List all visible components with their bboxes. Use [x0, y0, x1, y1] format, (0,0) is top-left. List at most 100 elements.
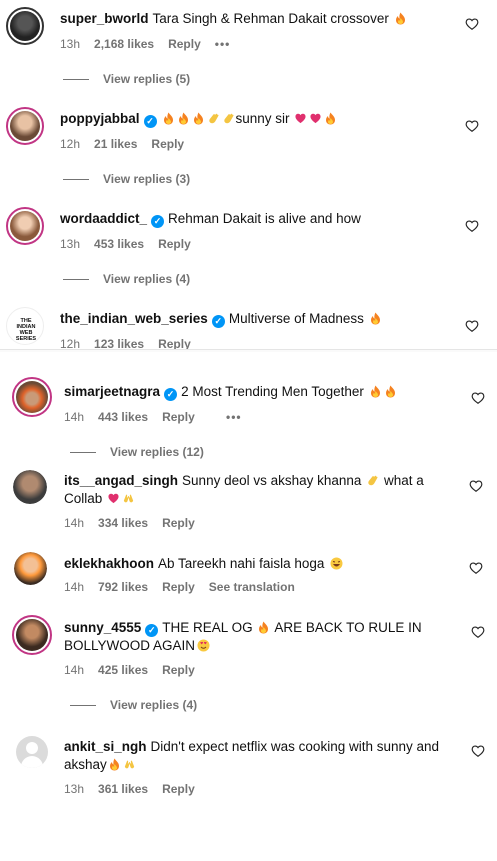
raised-hands-emoji-icon — [124, 758, 135, 771]
comment-body: THE REAL OG — [162, 620, 253, 635]
fire-emoji-icon — [395, 12, 406, 25]
avatar[interactable] — [12, 377, 52, 417]
like-count[interactable]: 21 likes — [94, 137, 137, 151]
reply-button[interactable]: Reply — [158, 237, 191, 251]
replies-line — [63, 279, 89, 281]
replies-line — [63, 179, 89, 181]
reply-button[interactable]: Reply — [162, 410, 195, 424]
like-count[interactable]: 361 likes — [98, 782, 148, 796]
avatar[interactable] — [14, 552, 47, 585]
username[interactable]: ankit_si_ngh — [64, 739, 147, 754]
view-replies-label: View replies (5) — [103, 72, 191, 86]
verified-badge-icon: ✓ — [211, 315, 225, 328]
fire-emoji-icon — [163, 112, 174, 125]
username[interactable]: sunny_4555 — [64, 620, 141, 635]
username[interactable]: the_indian_web_series — [60, 311, 208, 326]
avatar[interactable] — [13, 470, 47, 504]
fire-emoji-icon — [370, 312, 381, 325]
clap-emoji-icon — [367, 474, 378, 487]
heart-emoji-icon — [108, 492, 119, 505]
avatar[interactable] — [6, 7, 44, 45]
fire-emoji-icon — [193, 112, 204, 125]
avatar[interactable] — [6, 207, 44, 245]
reply-button[interactable]: Reply — [151, 137, 184, 151]
username[interactable]: super_bworld — [60, 11, 149, 26]
like-count[interactable]: 2,168 likes — [94, 37, 154, 51]
comment-text: poppyjabbal ✓ sunny sir — [60, 110, 460, 128]
reply-button[interactable]: Reply — [162, 782, 195, 796]
comment-text: its__angad_singh Sunny deol vs akshay kha… — [64, 472, 444, 508]
username[interactable]: simarjeetnagra — [64, 384, 160, 399]
verified-badge-icon: ✓ — [143, 115, 157, 128]
timestamp: 14h — [64, 516, 85, 530]
comment-body: Multiverse of Madness — [228, 311, 364, 326]
timestamp: 13h — [64, 782, 85, 796]
reply-button[interactable]: Reply — [168, 37, 201, 51]
comment-text: wordaaddict_ ✓ Rehman Dakait is alive and … — [60, 210, 460, 228]
like-heart-icon[interactable] — [465, 17, 479, 31]
like-count[interactable]: 425 likes — [98, 663, 148, 677]
view-replies-button[interactable]: View replies (3) — [63, 172, 190, 186]
username[interactable]: its__angad_singh — [64, 473, 178, 488]
comment-meta: 14h 792 likes Reply See translation — [64, 580, 309, 594]
like-heart-icon[interactable] — [471, 744, 485, 758]
section-gap — [0, 350, 497, 352]
comment-body: Sunny deol vs akshay khanna — [182, 473, 362, 488]
fire-emoji-icon — [178, 112, 189, 125]
like-heart-icon[interactable] — [469, 479, 483, 493]
view-replies-button[interactable]: View replies (12) — [70, 445, 204, 459]
timestamp: 14h — [64, 663, 85, 677]
fire-emoji-icon — [370, 385, 381, 398]
like-count[interactable]: 792 likes — [98, 580, 148, 594]
view-replies-label: View replies (12) — [110, 445, 204, 459]
avatar-logo-text: THE INDIAN WEB SERIES — [15, 318, 37, 342]
view-replies-label: View replies (4) — [103, 272, 191, 286]
timestamp: 14h — [64, 580, 85, 594]
fire-emoji-icon — [385, 385, 396, 398]
comment-meta: 13h 2,168 likes Reply ••• — [60, 37, 244, 51]
username[interactable]: poppyjabbal — [60, 111, 140, 126]
like-count[interactable]: 453 likes — [94, 237, 144, 251]
timestamp: 12h — [60, 137, 81, 151]
view-replies-button[interactable]: View replies (4) — [63, 272, 190, 286]
comment-meta: 13h 453 likes Reply — [60, 237, 205, 251]
avatar[interactable] — [6, 107, 44, 145]
like-heart-icon[interactable] — [465, 119, 479, 133]
fire-emoji-icon — [258, 621, 269, 634]
reply-button[interactable]: Reply — [162, 663, 195, 677]
reply-button[interactable]: Reply — [162, 516, 195, 530]
like-heart-icon[interactable] — [465, 219, 479, 233]
username[interactable]: wordaaddict_ — [60, 211, 147, 226]
avatar[interactable]: THE INDIAN WEB SERIES — [6, 307, 44, 345]
view-replies-button[interactable]: View replies (4) — [70, 698, 197, 712]
comment-text: super_bworld Tara Singh & Rehman Dakait c… — [60, 10, 460, 28]
avatar[interactable] — [12, 615, 52, 655]
verified-badge-icon: ✓ — [151, 215, 165, 228]
like-heart-icon[interactable] — [469, 561, 483, 575]
comment-meta: 12h 21 likes Reply — [60, 137, 198, 151]
like-count[interactable]: 443 likes — [98, 410, 148, 424]
comment-body: Rehman Dakait is alive and how — [168, 211, 361, 226]
comment-body: Ab Tareekh nahi faisla hoga — [158, 556, 325, 571]
like-count[interactable]: 334 likes — [98, 516, 148, 530]
reply-button[interactable]: Reply — [162, 580, 195, 594]
like-heart-icon[interactable] — [465, 319, 479, 333]
like-heart-icon[interactable] — [471, 391, 485, 405]
username[interactable]: eklekhakhoon — [64, 556, 154, 571]
comment-text: sunny_4555 ✓ THE REAL OG ARE BACK TO RULE … — [64, 619, 444, 655]
clap-emoji-icon — [208, 112, 219, 125]
comment-meta: 14h 443 likes Reply — [64, 410, 209, 424]
like-heart-icon[interactable] — [471, 625, 485, 639]
default-avatar-body — [21, 756, 43, 768]
clap-emoji-icon — [223, 112, 234, 125]
view-replies-button[interactable]: View replies (5) — [63, 72, 190, 86]
replies-line — [63, 79, 89, 81]
see-translation-button[interactable]: See translation — [209, 580, 295, 594]
more-options-button[interactable]: ••• — [215, 37, 231, 51]
default-avatar-head — [26, 742, 38, 754]
comment-text: the_indian_web_series ✓ Multiverse of Madn… — [60, 310, 460, 328]
more-options-button[interactable]: ••• — [226, 410, 242, 424]
avatar[interactable] — [16, 736, 48, 768]
comment-body: Tara Singh & Rehman Dakait crossover — [152, 11, 389, 26]
replies-line — [70, 452, 96, 454]
